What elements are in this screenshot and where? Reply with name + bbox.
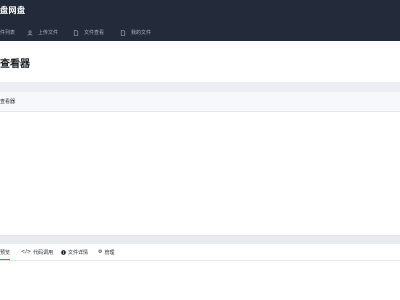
- tab-preview[interactable]: 预览: [0, 244, 11, 260]
- viewer-label: 查看器: [0, 99, 16, 105]
- app-brand[interactable]: 盘网盘: [0, 5, 26, 16]
- file-viewer-area[interactable]: [0, 112, 400, 234]
- file-icon: [120, 30, 126, 36]
- nav-item-label: 我的文件: [131, 30, 152, 36]
- nav-item-label: 件列表: [0, 30, 16, 36]
- tab-code-call[interactable]: </> 代码调用: [21, 244, 53, 260]
- user-icon: [27, 30, 33, 36]
- file-icon: [73, 30, 79, 36]
- active-tab-indicator: [0, 259, 11, 260]
- code-icon: </>: [21, 249, 32, 255]
- main-nav: 件列表 上传文件 文件查看 我的文件: [0, 28, 400, 38]
- viewer-header: 查看器: [0, 92, 400, 112]
- tab-label: 代码调用: [33, 249, 54, 256]
- top-navigation-bar: 盘网盘 件列表 上传文件 文件查看 我的文件: [0, 0, 400, 41]
- nav-item-upload[interactable]: 上传文件: [27, 28, 58, 38]
- nav-item-my-files[interactable]: 我的文件: [120, 28, 151, 38]
- tab-label: 文件详情: [68, 249, 89, 256]
- nav-item-label: 文件查看: [84, 30, 105, 36]
- tab-label: 管理: [104, 249, 115, 256]
- gear-icon: ⚙: [98, 249, 103, 255]
- bottom-tab-bar: 预览 </> 代码调用 文件详情 ⚙ 管理: [0, 244, 400, 261]
- tab-label: 预览: [0, 249, 11, 256]
- nav-item-label: 上传文件: [38, 30, 59, 36]
- info-icon: [61, 249, 66, 255]
- nav-item-file-list[interactable]: 件列表: [0, 28, 15, 38]
- tab-file-details[interactable]: 文件详情: [61, 244, 88, 260]
- nav-item-view-file[interactable]: 文件查看: [73, 28, 104, 38]
- divider-band: [0, 82, 400, 92]
- tab-manage[interactable]: ⚙ 管理: [98, 244, 115, 260]
- page-title: 查看器: [0, 59, 30, 70]
